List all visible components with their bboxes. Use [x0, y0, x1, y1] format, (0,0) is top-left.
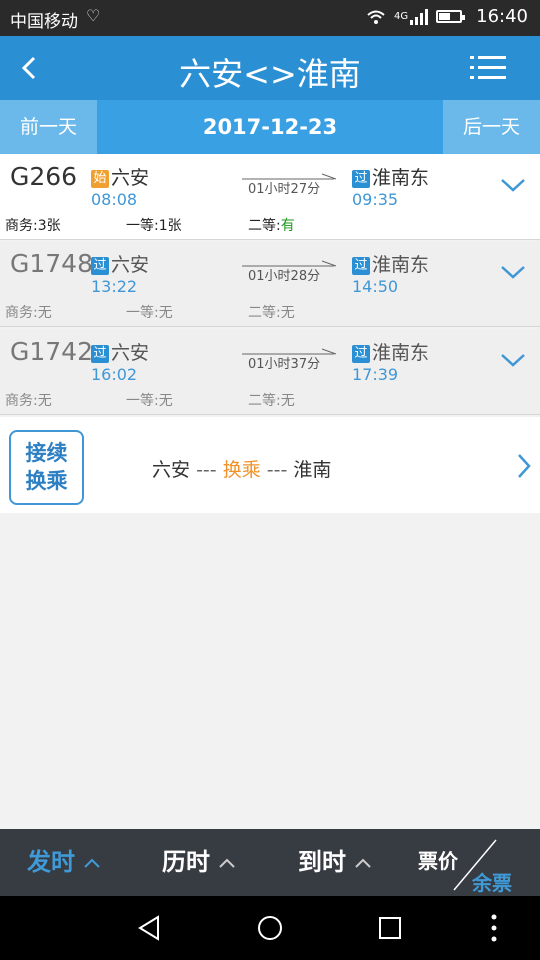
- more-options-icon[interactable]: [478, 912, 510, 944]
- arrival-time: 14:50: [352, 277, 399, 296]
- arrival-station: 过淮南东: [352, 338, 429, 365]
- transfer-route: 六安 --- 换乘 --- 淮南: [152, 459, 332, 481]
- status-icons: 4G 16:40: [366, 6, 528, 27]
- train-code: G1748: [10, 249, 93, 278]
- battery-icon: [436, 10, 466, 23]
- train-row[interactable]: G1742 过六安 16:02 01小时37分 过淮南东 17:39 商务:无 …: [0, 329, 540, 415]
- arrival-station: 过淮南东: [352, 250, 429, 277]
- sort-by-duration[interactable]: 历时: [162, 829, 236, 896]
- clock: 16:40: [476, 6, 528, 27]
- departure-station: 过六安: [91, 338, 149, 365]
- page-title: 六安<>淮南: [179, 55, 361, 93]
- departure-station: 始六安: [91, 163, 149, 190]
- chevron-right-icon[interactable]: [516, 453, 532, 479]
- transfer-row[interactable]: 接续 换乘 六安 --- 换乘 --- 淮南: [0, 417, 540, 513]
- status-bar: 中国移动 ♡ 4G 16:40: [0, 0, 540, 36]
- date-bar: 前一天 2017-12-23 后一天: [0, 100, 540, 154]
- divider-slash: [453, 839, 497, 891]
- pass-badge: 过: [91, 345, 109, 363]
- system-nav-bar: [0, 896, 540, 960]
- duration: 01小时37分: [248, 357, 321, 372]
- chevron-down-icon[interactable]: [500, 176, 526, 194]
- first-class-seats: 一等:无: [126, 305, 173, 321]
- pass-badge: 过: [352, 345, 370, 363]
- pass-badge: 过: [352, 257, 370, 275]
- chevron-down-icon[interactable]: [500, 263, 526, 281]
- departure-time: 08:08: [91, 190, 138, 209]
- arrival-time: 09:35: [352, 190, 399, 209]
- next-day-button[interactable]: 后一天: [443, 100, 540, 154]
- pass-badge: 过: [91, 257, 109, 275]
- chevron-up-icon: [355, 858, 371, 868]
- second-class-seats: 二等:有: [248, 218, 295, 234]
- chevron-up-icon: [219, 858, 235, 868]
- back-triangle-icon[interactable]: [134, 912, 166, 944]
- first-class-seats: 一等:无: [126, 393, 173, 409]
- sort-by-arrival[interactable]: 到时: [298, 829, 372, 896]
- chevron-down-icon[interactable]: [500, 351, 526, 369]
- signal-icon: [410, 8, 429, 25]
- recent-apps-icon[interactable]: [374, 912, 406, 944]
- carrier-name: 中国移动: [10, 12, 78, 32]
- arrival-station: 过淮南东: [352, 163, 429, 190]
- first-class-seats: 一等:1张: [126, 218, 182, 234]
- menu-icon[interactable]: [470, 54, 506, 82]
- heart-icon: ♡: [86, 6, 101, 25]
- home-circle-icon[interactable]: [254, 912, 286, 944]
- start-badge: 始: [91, 170, 109, 188]
- second-class-seats: 二等:无: [248, 305, 295, 321]
- sort-by-departure[interactable]: 发时: [27, 829, 101, 896]
- train-row[interactable]: G266 始六安 08:08 01小时27分 过淮南东 09:35 商务:3张 …: [0, 154, 540, 240]
- departure-time: 13:22: [91, 277, 138, 296]
- business-seats: 商务:3张: [5, 218, 61, 234]
- transfer-button[interactable]: 接续 换乘: [9, 430, 84, 505]
- arrival-time: 17:39: [352, 365, 399, 384]
- app-bar: 六安<>淮南: [0, 36, 540, 100]
- train-code: G266: [10, 162, 78, 191]
- network-type: 4G: [394, 11, 409, 22]
- departure-station: 过六安: [91, 250, 149, 277]
- business-seats: 商务:无: [5, 393, 52, 409]
- business-seats: 商务:无: [5, 305, 52, 321]
- prev-day-button[interactable]: 前一天: [0, 100, 97, 154]
- current-date[interactable]: 2017-12-23: [97, 100, 443, 154]
- duration: 01小时28分: [248, 269, 321, 284]
- chevron-up-icon: [84, 858, 100, 868]
- train-row[interactable]: G1748 过六安 13:22 01小时28分 过淮南东 14:50 商务:无 …: [0, 241, 540, 327]
- wifi-icon: [367, 10, 385, 24]
- second-class-seats: 二等:无: [248, 393, 295, 409]
- train-code: G1742: [10, 337, 93, 366]
- departure-time: 16:02: [91, 365, 138, 384]
- pass-badge: 过: [352, 170, 370, 188]
- duration: 01小时27分: [248, 182, 321, 197]
